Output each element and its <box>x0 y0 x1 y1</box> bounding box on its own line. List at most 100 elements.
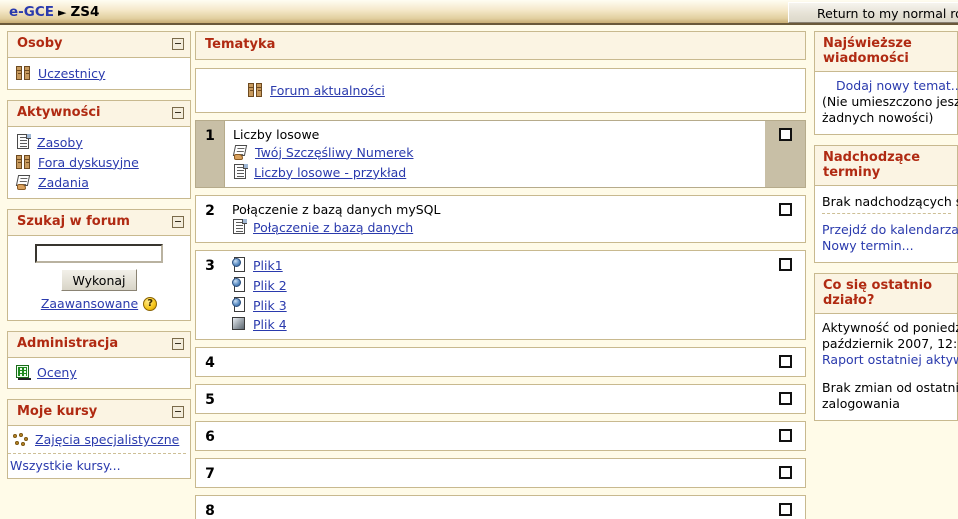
topic-number: 6 <box>205 429 215 445</box>
block-szukaj-header: Szukaj w forum <box>8 210 190 236</box>
block-title: Administracja <box>17 336 119 351</box>
document-icon <box>232 219 247 235</box>
activity-twoj-szczesliwy-numerek[interactable]: Twój Szczęśliwy Numerek <box>232 144 757 160</box>
topic-body <box>224 422 765 450</box>
document-icon <box>233 164 248 180</box>
file-icon <box>232 277 247 293</box>
topic-number: 3 <box>205 258 215 274</box>
topic-row: 4 <box>195 347 806 377</box>
sidebar-item-label[interactable]: Uczestnicy <box>38 66 105 81</box>
users-icon <box>16 65 32 81</box>
block-recent-header: Co się ostatnio działo? <box>815 274 957 314</box>
sidebar-item-label[interactable]: Zadania <box>38 175 89 190</box>
course-icon <box>13 432 29 447</box>
topic-highlight-checkbox[interactable] <box>778 258 792 271</box>
add-new-topic-link[interactable]: Dodaj nowy temat... <box>836 78 958 93</box>
topic-body <box>224 496 765 519</box>
topic-side <box>765 348 805 376</box>
topic-highlight-checkbox[interactable] <box>778 128 792 141</box>
topic-row: 3 Plik1 Plik 2 Plik 3 Plik 4 <box>195 250 806 340</box>
activity-forum-aktualnosci[interactable]: Forum aktualności <box>248 82 797 98</box>
topic-highlight-checkbox[interactable] <box>778 429 792 442</box>
top-bar: e-GCE►ZS4 Return to my normal role <box>0 0 958 25</box>
activity-plik2[interactable]: Plik 2 <box>232 277 757 293</box>
all-courses-row: Wszystkie kursy... <box>8 453 186 473</box>
activity-plik4[interactable]: Plik 4 <box>232 317 757 332</box>
course-item-zajecia-specjalistyczne[interactable]: Zajęcia specjalistyczne <box>13 432 186 447</box>
upcoming-empty-text: Brak nadchodzących spotkań <box>822 194 958 214</box>
activity-label[interactable]: Plik 2 <box>253 278 287 293</box>
topic-side <box>765 385 805 413</box>
block-recent-body: Aktywność od poniedziałek, 8 październik… <box>815 314 958 420</box>
topic-highlight-checkbox[interactable] <box>778 392 792 405</box>
left-sidebar: Osoby Uczestnicy Aktywności Zasoby Fora … <box>0 25 191 489</box>
recent-activity-line2: październik 2007, 12:00 <box>822 336 958 351</box>
minimize-icon[interactable] <box>172 338 184 350</box>
assignment-icon <box>232 144 249 160</box>
help-icon[interactable]: ? <box>143 296 158 311</box>
recent-no-changes-line2: zalogowania <box>822 396 900 411</box>
file-icon <box>232 297 247 313</box>
all-courses-link[interactable]: Wszystkie kursy... <box>10 458 121 473</box>
forum-search-input[interactable] <box>35 244 163 263</box>
minimize-icon[interactable] <box>172 38 184 50</box>
sidebar-item-fora-dyskusyjne[interactable]: Fora dyskusyjne <box>16 154 182 170</box>
topic-number: 1 <box>196 121 224 187</box>
document-icon <box>16 134 31 150</box>
recent-report-row: Raport ostatniej aktywności... <box>822 352 958 368</box>
minimize-icon[interactable] <box>172 406 184 418</box>
block-title: Osoby <box>17 36 63 51</box>
sidebar-item-label[interactable]: Fora dyskusyjne <box>38 155 139 170</box>
minimize-icon[interactable] <box>172 107 184 119</box>
breadcrumb-current: ZS4 <box>70 3 100 20</box>
block-news-body: Dodaj nowy temat... (Nie umieszczono jes… <box>815 72 958 134</box>
block-title: Nadchodzące terminy <box>823 150 921 180</box>
sidebar-item-zadania[interactable]: Zadania <box>15 174 182 190</box>
recent-activity-line1: Aktywność od poniedziałek, 8 <box>822 320 958 335</box>
activity-polaczenie-z-baza-danych[interactable]: Połączenie z bazą danych <box>232 219 757 235</box>
sidebar-item-uczestnicy[interactable]: Uczestnicy <box>16 65 182 81</box>
new-event-link[interactable]: Nowy termin... <box>822 238 914 253</box>
topic-summary: Połączenie z bazą danych mySQL <box>232 202 441 217</box>
activity-label[interactable]: Plik 3 <box>253 298 287 313</box>
activity-label[interactable]: Liczby losowe - przykład <box>254 165 406 180</box>
minimize-icon[interactable] <box>172 216 184 228</box>
course-item-label[interactable]: Zajęcia specjalistyczne <box>35 432 179 447</box>
recent-activity-report-link[interactable]: Raport ostatniej aktywności... <box>822 352 958 367</box>
activity-liczby-losowe-przyklad[interactable]: Liczby losowe - przykład <box>233 164 757 180</box>
activity-label[interactable]: Twój Szczęśliwy Numerek <box>255 145 414 160</box>
breadcrumb-home-link[interactable]: e-GCE <box>9 4 54 20</box>
block-news-header: Najświeższe wiadomości <box>815 32 957 72</box>
sidebar-item-zasoby[interactable]: Zasoby <box>16 134 182 150</box>
topic-body <box>224 459 765 487</box>
block-administracja: Administracja Oceny <box>7 331 191 389</box>
activity-label[interactable]: Forum aktualności <box>270 83 385 98</box>
block-osoby-body: Uczestnicy <box>8 58 190 89</box>
activity-label[interactable]: Połączenie z bazą danych <box>253 220 413 235</box>
sidebar-item-oceny[interactable]: Oceny <box>16 365 182 380</box>
topic-row: 5 <box>195 384 806 414</box>
activity-label[interactable]: Plik 4 <box>253 317 287 332</box>
assignment-icon <box>15 174 32 190</box>
news-empty-line1: (Nie umieszczono jeszcze <box>822 94 958 109</box>
topic-highlight-checkbox[interactable] <box>778 203 792 216</box>
activity-label[interactable]: Plik1 <box>253 258 283 273</box>
advanced-search-link[interactable]: Zaawansowane <box>41 296 138 311</box>
topic-highlight-checkbox[interactable] <box>778 503 792 516</box>
add-topic-row: Dodaj nowy temat... <box>822 78 958 94</box>
sidebar-item-label[interactable]: Zasoby <box>37 135 83 150</box>
page-columns: Osoby Uczestnicy Aktywności Zasoby Fora … <box>0 25 958 519</box>
activity-plik3[interactable]: Plik 3 <box>232 297 757 313</box>
topic-highlight-checkbox[interactable] <box>778 355 792 368</box>
image-file-icon <box>232 317 247 332</box>
block-szukaj-w-forum: Szukaj w forum Wykonaj Zaawansowane ? <box>7 209 191 321</box>
activity-plik1[interactable]: Plik1 <box>232 257 757 273</box>
search-submit-button[interactable]: Wykonaj <box>61 269 137 291</box>
sidebar-item-label[interactable]: Oceny <box>37 365 77 380</box>
go-to-calendar-link[interactable]: Przejdź do kalendarza... <box>822 222 958 237</box>
topic-number: 8 <box>205 503 215 519</box>
return-to-normal-role-button[interactable]: Return to my normal role <box>788 2 958 23</box>
topic-highlight-checkbox[interactable] <box>778 466 792 479</box>
topic-intro-body: Forum aktualności <box>196 76 805 105</box>
topic-body: Połączenie z bazą danych mySQL Połączeni… <box>224 196 765 242</box>
